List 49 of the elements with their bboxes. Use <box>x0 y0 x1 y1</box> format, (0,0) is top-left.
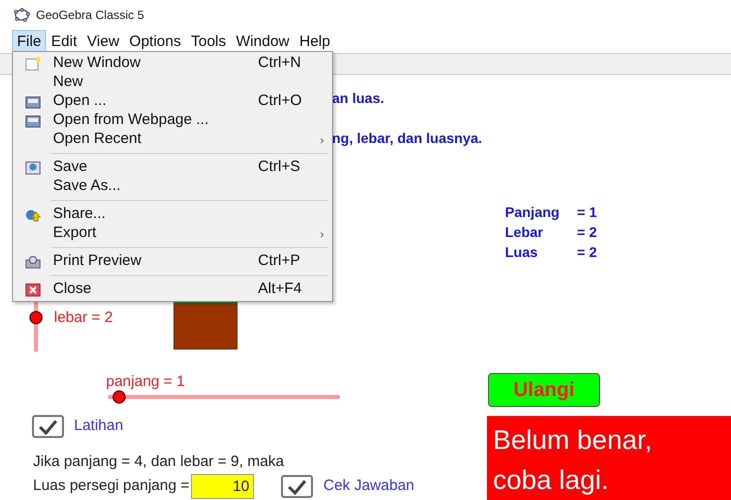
menu-option[interactable]: New Window Ctrl+N <box>13 54 332 73</box>
answer-field[interactable]: 10 <box>191 474 254 499</box>
feedback-text: Belum benar, <box>493 424 654 457</box>
checkmark-icon <box>287 478 308 494</box>
menu-item[interactable]: View <box>82 30 124 52</box>
result-label: Luas <box>505 242 539 262</box>
app-logo-icon <box>14 8 30 22</box>
checkbox-label: Latihan <box>74 416 124 436</box>
folder-icon <box>25 94 41 108</box>
menu-option[interactable]: Print Preview Ctrl+P <box>13 252 332 271</box>
menu-option[interactable]: Share... <box>13 205 332 224</box>
menu-option[interactable]: Export › <box>13 224 332 243</box>
instruction-text: ng, lebar, dan luasnya. <box>332 129 482 148</box>
checkbox[interactable] <box>281 475 314 498</box>
menu-option[interactable]: Close Alt+F4 <box>13 280 332 299</box>
result-value: = 1 <box>577 202 597 222</box>
slider-label: panjang = 1 <box>106 372 185 392</box>
close-icon <box>25 282 41 296</box>
checkmark-icon <box>38 418 58 434</box>
checkbox[interactable] <box>32 415 64 438</box>
answer-label: Luas persegi panjang = <box>33 476 190 496</box>
menu-item[interactable]: Help <box>294 30 336 52</box>
question-text: Jika panjang = 4, dan lebar = 9, maka <box>33 452 284 472</box>
save-icon <box>25 160 41 174</box>
share-icon <box>25 208 41 222</box>
menu-item[interactable]: Window <box>231 30 294 52</box>
menu-item[interactable]: Tools <box>186 30 232 52</box>
menu-item[interactable]: File <box>12 30 46 52</box>
new-window-icon <box>25 56 41 70</box>
window-title: GeoGebra Classic 5 <box>36 7 144 24</box>
checkbox-label: Cek Jawaban <box>323 476 414 496</box>
rectangle-shape <box>173 301 238 350</box>
menu-option[interactable]: Open ... Ctrl+O <box>13 92 332 111</box>
result-value: = 2 <box>577 242 597 262</box>
result-label: Lebar <box>505 222 544 242</box>
result-label: Panjang <box>505 202 560 222</box>
result-value: = 2 <box>577 222 597 242</box>
menu-item[interactable]: Edit <box>46 30 82 52</box>
menu-option[interactable]: Save As... <box>13 177 332 196</box>
menu-option[interactable]: Open Recent › <box>13 130 332 149</box>
instruction-text: an luas. <box>332 89 384 108</box>
menu-option[interactable]: New <box>13 73 332 92</box>
menu-item[interactable]: Options <box>124 30 186 52</box>
folder-icon <box>25 114 41 128</box>
feedback-text: coba lagi. <box>493 464 610 497</box>
slider-label: lebar = 2 <box>54 308 113 328</box>
print-preview-icon <box>25 254 41 268</box>
menu-option[interactable]: Save Ctrl+S <box>13 158 332 177</box>
menu-option[interactable]: Open from Webpage ... <box>13 111 332 130</box>
